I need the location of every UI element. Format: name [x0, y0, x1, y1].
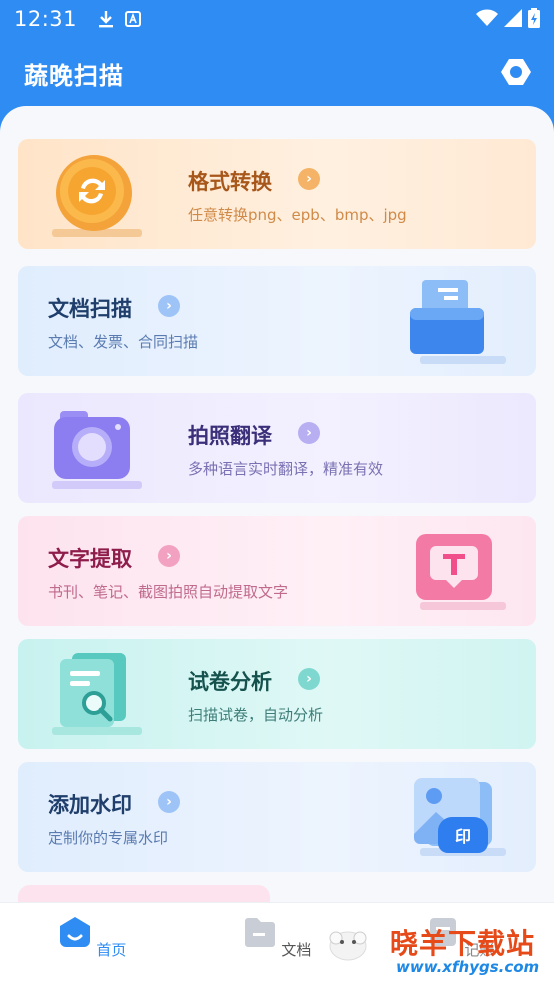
app-notification-icon	[125, 11, 142, 27]
nav-item-documents[interactable]: 文档	[237, 915, 317, 960]
chevron-right-icon: ›	[298, 422, 320, 444]
site-watermark-text: 晓羊下载站	[390, 927, 536, 960]
site-watermark-url: www.xfhygs.com	[396, 958, 540, 976]
nav-label-documents: 文档	[281, 941, 312, 959]
card-title: 文字提取	[48, 547, 132, 571]
nav-label-home: 首页	[96, 941, 127, 959]
home-icon	[59, 917, 90, 947]
sheep-logo-icon	[329, 931, 367, 961]
text-extract-icon	[416, 534, 492, 600]
chevron-right-icon: ›	[298, 668, 320, 690]
card-format-convert[interactable]: 格式转换 › 任意转换png、epb、bmp、jpg	[18, 139, 536, 249]
card-title: 文档扫描	[48, 297, 132, 321]
card-subtitle: 定制你的专属水印	[48, 829, 169, 847]
card-title: 试卷分析	[188, 670, 272, 694]
settings-hexagon-icon[interactable]	[500, 56, 532, 88]
convert-coin-icon	[56, 155, 132, 231]
card-exam-analysis[interactable]: 试卷分析 › 扫描试卷，自动分析	[18, 639, 536, 749]
status-system-icons	[476, 8, 540, 28]
exam-search-icon	[60, 653, 126, 727]
download-icon	[99, 11, 114, 28]
nav-item-home[interactable]: 首页	[52, 915, 132, 960]
document-scanner-icon	[410, 280, 484, 354]
status-notification-icons	[97, 9, 142, 29]
folder-icon	[244, 918, 275, 947]
battery-icon	[528, 8, 540, 28]
status-time: 12:31	[14, 7, 78, 31]
card-title: 拍照翻译	[188, 424, 272, 448]
card-document-scan[interactable]: 文档扫描 › 文档、发票、合同扫描	[18, 266, 536, 376]
card-add-watermark[interactable]: 添加水印 › 定制你的专属水印 印	[18, 762, 536, 872]
card-text-extract[interactable]: 文字提取 › 书刊、笔记、截图拍照自动提取文字	[18, 516, 536, 626]
card-subtitle: 书刊、笔记、截图拍照自动提取文字	[48, 583, 289, 601]
chevron-right-icon: ›	[158, 295, 180, 317]
card-photo-translate[interactable]: 拍照翻译 › 多种语言实时翻译，精准有效	[18, 393, 536, 503]
watermark-stamp-badge: 印	[438, 817, 488, 853]
camera-icon	[54, 411, 130, 479]
chevron-right-icon: ›	[158, 545, 180, 567]
watermark-badge-label: 印	[454, 827, 471, 846]
card-title: 格式转换	[188, 170, 272, 194]
card-subtitle: 扫描试卷，自动分析	[188, 706, 324, 724]
card-subtitle: 文档、发票、合同扫描	[48, 333, 199, 351]
status-bar: 12:31	[0, 0, 554, 38]
app-title: 蔬晚扫描	[24, 61, 124, 90]
card-subtitle: 多种语言实时翻译，精准有效	[188, 460, 384, 478]
chevron-right-icon: ›	[298, 168, 320, 190]
card-subtitle: 任意转换png、epb、bmp、jpg	[188, 206, 407, 224]
card-title: 添加水印	[48, 793, 132, 817]
wifi-icon	[476, 9, 498, 26]
content-sheet: 格式转换 › 任意转换png、epb、bmp、jpg 文档扫描 › 文档、发票、…	[0, 106, 554, 915]
chevron-right-icon: ›	[158, 791, 180, 813]
signal-icon	[504, 9, 522, 27]
app-bar: 蔬晚扫描	[0, 38, 554, 108]
